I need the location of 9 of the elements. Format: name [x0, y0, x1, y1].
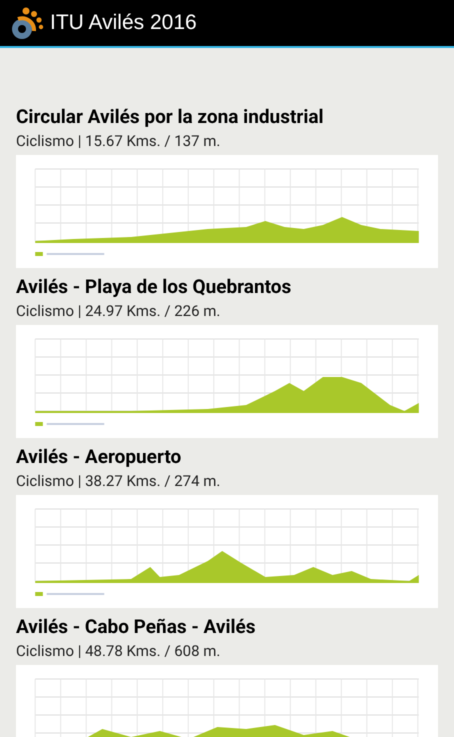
route-details: Ciclismo | 24.97 Kms. / 226 m. [16, 301, 222, 322]
route-details: Ciclismo | 48.78 Kms. / 608 m. [16, 641, 222, 662]
route-title[interactable]: Avilés - Aeropuerto [16, 444, 438, 470]
route-title[interactable]: Avilés - Cabo Peñas - Avilés [16, 614, 438, 640]
route-details: Ciclismo | 15.67 Kms. / 137 m. [16, 131, 222, 152]
app-title: ITU Avilés 2016 [50, 10, 197, 36]
route-title[interactable]: Circular Avilés por la zona industrial [16, 104, 438, 130]
route-title[interactable]: Avilés - Playa de los Quebrantos [16, 274, 438, 300]
route-details: Ciclismo | 38.27 Kms. / 274 m. [16, 471, 222, 492]
